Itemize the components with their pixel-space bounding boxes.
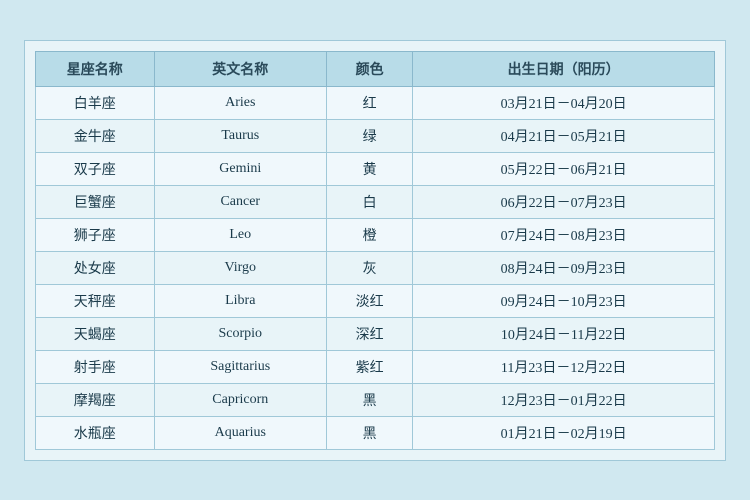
table-row: 白羊座Aries红03月21日－04月20日 [36, 86, 715, 119]
cell-date: 05月22日－06月21日 [413, 152, 715, 185]
cell-english: Aries [154, 86, 326, 119]
cell-chinese: 射手座 [36, 350, 155, 383]
cell-date: 07月24日－08月23日 [413, 218, 715, 251]
cell-chinese: 双子座 [36, 152, 155, 185]
table-row: 狮子座Leo橙07月24日－08月23日 [36, 218, 715, 251]
cell-color: 白 [326, 185, 412, 218]
table-row: 天蝎座Scorpio深红10月24日－11月22日 [36, 317, 715, 350]
cell-chinese: 处女座 [36, 251, 155, 284]
table-row: 天秤座Libra淡红09月24日－10月23日 [36, 284, 715, 317]
cell-english: Aquarius [154, 416, 326, 449]
cell-chinese: 金牛座 [36, 119, 155, 152]
cell-chinese: 天秤座 [36, 284, 155, 317]
table-row: 处女座Virgo灰08月24日－09月23日 [36, 251, 715, 284]
cell-color: 紫红 [326, 350, 412, 383]
cell-date: 01月21日－02月19日 [413, 416, 715, 449]
cell-english: Libra [154, 284, 326, 317]
table-row: 双子座Gemini黄05月22日－06月21日 [36, 152, 715, 185]
header-date: 出生日期（阳历） [413, 51, 715, 86]
cell-date: 08月24日－09月23日 [413, 251, 715, 284]
cell-english: Gemini [154, 152, 326, 185]
table-row: 金牛座Taurus绿04月21日－05月21日 [36, 119, 715, 152]
cell-english: Taurus [154, 119, 326, 152]
zodiac-table: 星座名称 英文名称 颜色 出生日期（阳历） 白羊座Aries红03月21日－04… [35, 51, 715, 450]
cell-english: Scorpio [154, 317, 326, 350]
cell-date: 11月23日－12月22日 [413, 350, 715, 383]
cell-color: 黑 [326, 416, 412, 449]
cell-date: 09月24日－10月23日 [413, 284, 715, 317]
zodiac-table-container: 星座名称 英文名称 颜色 出生日期（阳历） 白羊座Aries红03月21日－04… [24, 40, 726, 461]
cell-chinese: 巨蟹座 [36, 185, 155, 218]
header-chinese: 星座名称 [36, 51, 155, 86]
cell-chinese: 白羊座 [36, 86, 155, 119]
cell-chinese: 摩羯座 [36, 383, 155, 416]
cell-english: Virgo [154, 251, 326, 284]
table-row: 水瓶座Aquarius黑01月21日－02月19日 [36, 416, 715, 449]
cell-date: 06月22日－07月23日 [413, 185, 715, 218]
cell-color: 灰 [326, 251, 412, 284]
cell-chinese: 狮子座 [36, 218, 155, 251]
cell-color: 淡红 [326, 284, 412, 317]
table-header-row: 星座名称 英文名称 颜色 出生日期（阳历） [36, 51, 715, 86]
table-row: 射手座Sagittarius紫红11月23日－12月22日 [36, 350, 715, 383]
cell-color: 红 [326, 86, 412, 119]
cell-chinese: 水瓶座 [36, 416, 155, 449]
cell-date: 03月21日－04月20日 [413, 86, 715, 119]
cell-color: 深红 [326, 317, 412, 350]
cell-color: 黄 [326, 152, 412, 185]
cell-english: Capricorn [154, 383, 326, 416]
header-color: 颜色 [326, 51, 412, 86]
cell-color: 黑 [326, 383, 412, 416]
cell-date: 10月24日－11月22日 [413, 317, 715, 350]
cell-date: 12月23日－01月22日 [413, 383, 715, 416]
cell-date: 04月21日－05月21日 [413, 119, 715, 152]
cell-english: Leo [154, 218, 326, 251]
cell-color: 橙 [326, 218, 412, 251]
cell-english: Cancer [154, 185, 326, 218]
header-english: 英文名称 [154, 51, 326, 86]
cell-color: 绿 [326, 119, 412, 152]
table-row: 摩羯座Capricorn黑12月23日－01月22日 [36, 383, 715, 416]
cell-english: Sagittarius [154, 350, 326, 383]
cell-chinese: 天蝎座 [36, 317, 155, 350]
table-row: 巨蟹座Cancer白06月22日－07月23日 [36, 185, 715, 218]
